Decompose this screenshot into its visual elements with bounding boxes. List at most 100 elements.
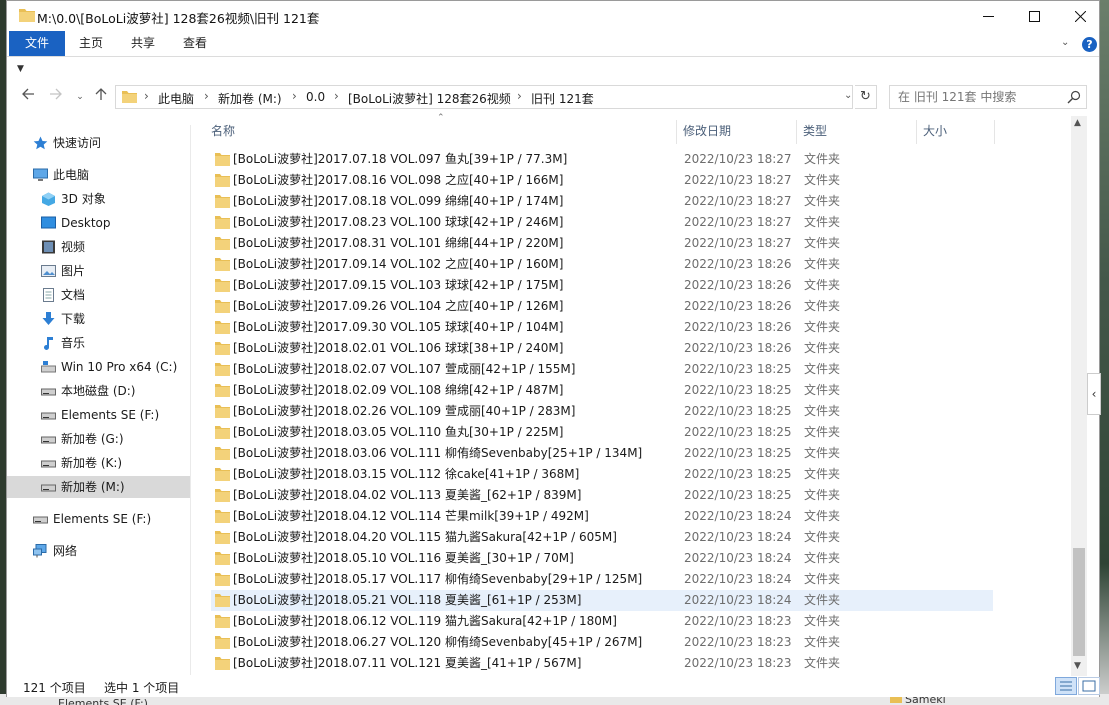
breadcrumb-separator-icon[interactable]: › (144, 89, 149, 103)
table-row[interactable]: [BoLoLi波萝社]2018.05.10 VOL.116 夏美酱_[30+1P… (211, 548, 993, 569)
sidebar-item-label: 新加卷 (G:) (61, 432, 124, 446)
table-row[interactable]: [BoLoLi波萝社]2017.09.15 VOL.103 球球[42+1P /… (211, 275, 993, 296)
table-row[interactable]: [BoLoLi波萝社]2018.02.09 VOL.108 绵绵[42+1P /… (211, 380, 993, 401)
table-row[interactable]: [BoLoLi波萝社]2017.09.30 VOL.105 球球[40+1P /… (211, 317, 993, 338)
table-row[interactable]: [BoLoLi波萝社]2018.03.06 VOL.111 柳侑绮Sevenba… (211, 443, 993, 464)
table-row[interactable]: [BoLoLi波萝社]2018.05.21 VOL.118 夏美酱_[61+1P… (211, 590, 993, 611)
address-dropdown-icon[interactable]: ⌄ (844, 90, 852, 101)
sidebar-item-downloads[interactable]: 下载 (7, 308, 190, 330)
breadcrumb-separator-icon[interactable]: › (204, 89, 209, 103)
address-bar[interactable]: › 此电脑 › 新加卷 (M:) › 0.0 › [BoLoLi波萝社] 128… (115, 85, 853, 109)
scrollbar-thumb[interactable] (1073, 548, 1085, 656)
close-icon (1074, 10, 1086, 22)
table-row[interactable]: [BoLoLi波萝社]2017.08.23 VOL.100 球球[42+1P /… (211, 212, 993, 233)
sidebar-item-music[interactable]: 音乐 (7, 332, 190, 354)
table-row[interactable]: [BoLoLi波萝社]2017.08.16 VOL.098 之应[40+1P /… (211, 170, 993, 191)
drive-icon (41, 388, 56, 396)
file-type: 文件夹 (804, 152, 841, 166)
sidebar-item-label: 下载 (61, 312, 86, 326)
sidebar-item-videos[interactable]: 视频 (7, 236, 190, 258)
sidebar-item-drive-g[interactable]: 新加卷 (G:) (7, 428, 190, 450)
breadcrumb-folder-1[interactable]: [BoLoLi波萝社] 128套26视频 (348, 90, 511, 107)
customize-toolbar-icon[interactable]: ▼ (17, 64, 24, 74)
table-row[interactable]: [BoLoLi波萝社]2018.03.05 VOL.110 鱼丸[30+1P /… (211, 422, 993, 443)
table-row[interactable]: [BoLoLi波萝社]2018.04.02 VOL.113 夏美酱_[62+1P… (211, 485, 993, 506)
up-button[interactable] (90, 86, 112, 108)
table-row[interactable]: [BoLoLi波萝社]2018.02.26 VOL.109 萱成丽[40+1P … (211, 401, 993, 422)
file-date: 2022/10/23 18:26 (684, 341, 792, 355)
scroll-down-icon[interactable]: ▼ (1074, 661, 1081, 671)
recent-locations-button[interactable]: ⌄ (69, 86, 91, 108)
large-icons-view-button[interactable] (1078, 677, 1100, 695)
maximize-button[interactable] (1011, 1, 1057, 31)
minimize-button[interactable] (965, 1, 1011, 31)
table-row[interactable]: [BoLoLi波萝社]2018.02.07 VOL.107 萱成丽[42+1P … (211, 359, 993, 380)
search-box[interactable] (889, 85, 1087, 109)
tab-file[interactable]: 文件 (9, 31, 65, 56)
tab-view[interactable]: 查看 (173, 31, 217, 56)
vertical-scrollbar[interactable]: ▲ ▼ (1071, 116, 1087, 676)
table-row[interactable]: [BoLoLi波萝社]2018.05.17 VOL.117 柳侑绮Sevenba… (211, 569, 993, 590)
search-icon[interactable] (1067, 90, 1081, 104)
details-view-button[interactable] (1055, 677, 1077, 695)
table-row[interactable]: [BoLoLi波萝社]2018.02.01 VOL.106 球球[38+1P /… (211, 338, 993, 359)
breadcrumb-this-pc[interactable]: 此电脑 (158, 90, 194, 107)
column-header-size[interactable]: 大小 (917, 120, 995, 144)
preview-pane-toggle-button[interactable]: ‹ (1087, 373, 1101, 415)
sidebar-item-this-pc[interactable]: 此电脑 (7, 164, 190, 186)
sidebar-item-desktop[interactable]: Desktop (7, 212, 190, 234)
table-row-partial[interactable] (211, 146, 993, 148)
table-row[interactable]: [BoLoLi波萝社]2018.04.20 VOL.115 猫九酱Sakura[… (211, 527, 993, 548)
table-row[interactable]: [BoLoLi波萝社]2018.07.11 VOL.121 夏美酱_[41+1P… (211, 653, 993, 674)
column-header-name[interactable]: 名称 (205, 120, 677, 144)
column-header-type[interactable]: 类型 (797, 120, 917, 144)
ribbon-expand-chevron-icon[interactable]: ⌄ (1061, 37, 1069, 48)
table-row[interactable]: [BoLoLi波萝社]2017.08.31 VOL.101 绵绵[44+1P /… (211, 233, 993, 254)
sidebar-item-drive-m[interactable]: 新加卷 (M:) (7, 476, 190, 498)
table-row[interactable]: [BoLoLi波萝社]2017.08.18 VOL.099 绵绵[40+1P /… (211, 191, 993, 212)
file-name: [BoLoLi波萝社]2017.08.18 VOL.099 绵绵[40+1P /… (233, 194, 564, 208)
table-row[interactable]: [BoLoLi波萝社]2017.07.18 VOL.097 鱼丸[39+1P /… (211, 149, 993, 170)
breadcrumb-drive[interactable]: 新加卷 (M:) (218, 90, 282, 107)
breadcrumb-current[interactable]: 旧刊 121套 (531, 90, 594, 107)
sidebar-item-drive-c[interactable]: Win 10 Pro x64 (C:) (7, 356, 190, 378)
file-date: 2022/10/23 18:23 (684, 635, 792, 649)
title-bar[interactable]: M:\0.0\[BoLoLi波萝社] 128套26视频\旧刊 121套 (7, 1, 1099, 31)
sidebar-item-documents[interactable]: 文档 (7, 284, 190, 306)
tab-home[interactable]: 主页 (69, 31, 113, 56)
sidebar-item-network[interactable]: 网络 (7, 540, 190, 562)
help-icon[interactable]: ? (1082, 37, 1097, 52)
folder-icon (215, 594, 230, 607)
table-row[interactable]: [BoLoLi波萝社]2017.09.26 VOL.104 之应[40+1P /… (211, 296, 993, 317)
file-type: 文件夹 (804, 215, 841, 229)
search-input[interactable] (890, 86, 1060, 108)
breadcrumb-folder-0[interactable]: 0.0 (306, 90, 325, 104)
file-name: [BoLoLi波萝社]2018.02.09 VOL.108 绵绵[42+1P /… (233, 383, 564, 397)
sidebar-item-drive-f[interactable]: Elements SE (F:) (7, 404, 190, 426)
desktop-item-label: Elements SE (F:) (58, 697, 148, 705)
table-row[interactable]: [BoLoLi波萝社]2018.03.15 VOL.112 徐cake[41+1… (211, 464, 993, 485)
folder-icon (215, 279, 230, 292)
file-date: 2022/10/23 18:24 (684, 593, 792, 607)
folder-icon (215, 384, 230, 397)
refresh-button[interactable]: ↻ (855, 85, 877, 109)
table-row[interactable]: [BoLoLi波萝社]2018.04.12 VOL.114 芒果milk[39+… (211, 506, 993, 527)
tab-share[interactable]: 共享 (121, 31, 165, 56)
sidebar-item-drive-k[interactable]: 新加卷 (K:) (7, 452, 190, 474)
breadcrumb-separator-icon[interactable]: › (517, 89, 522, 103)
close-button[interactable] (1057, 1, 1103, 31)
column-header-date[interactable]: 修改日期 (677, 120, 797, 144)
breadcrumb-separator-icon[interactable]: › (292, 89, 297, 103)
sidebar-item-quick-access[interactable]: 快速访问 (7, 132, 190, 154)
forward-button[interactable] (45, 86, 67, 108)
table-row[interactable]: [BoLoLi波萝社]2018.06.12 VOL.119 猫九酱Sakura[… (211, 611, 993, 632)
table-row[interactable]: [BoLoLi波萝社]2017.09.14 VOL.102 之应[40+1P /… (211, 254, 993, 275)
back-button[interactable] (17, 86, 39, 108)
sidebar-item-3d-objects[interactable]: 3D 对象 (7, 188, 190, 210)
sidebar-item-elements-se[interactable]: Elements SE (F:) (7, 508, 190, 530)
sidebar-item-drive-d[interactable]: 本地磁盘 (D:) (7, 380, 190, 402)
sidebar-item-pictures[interactable]: 图片 (7, 260, 190, 282)
scroll-up-icon[interactable]: ▲ (1074, 118, 1081, 128)
table-row[interactable]: [BoLoLi波萝社]2018.06.27 VOL.120 柳侑绮Sevenba… (211, 632, 993, 653)
breadcrumb-separator-icon[interactable]: › (334, 89, 339, 103)
